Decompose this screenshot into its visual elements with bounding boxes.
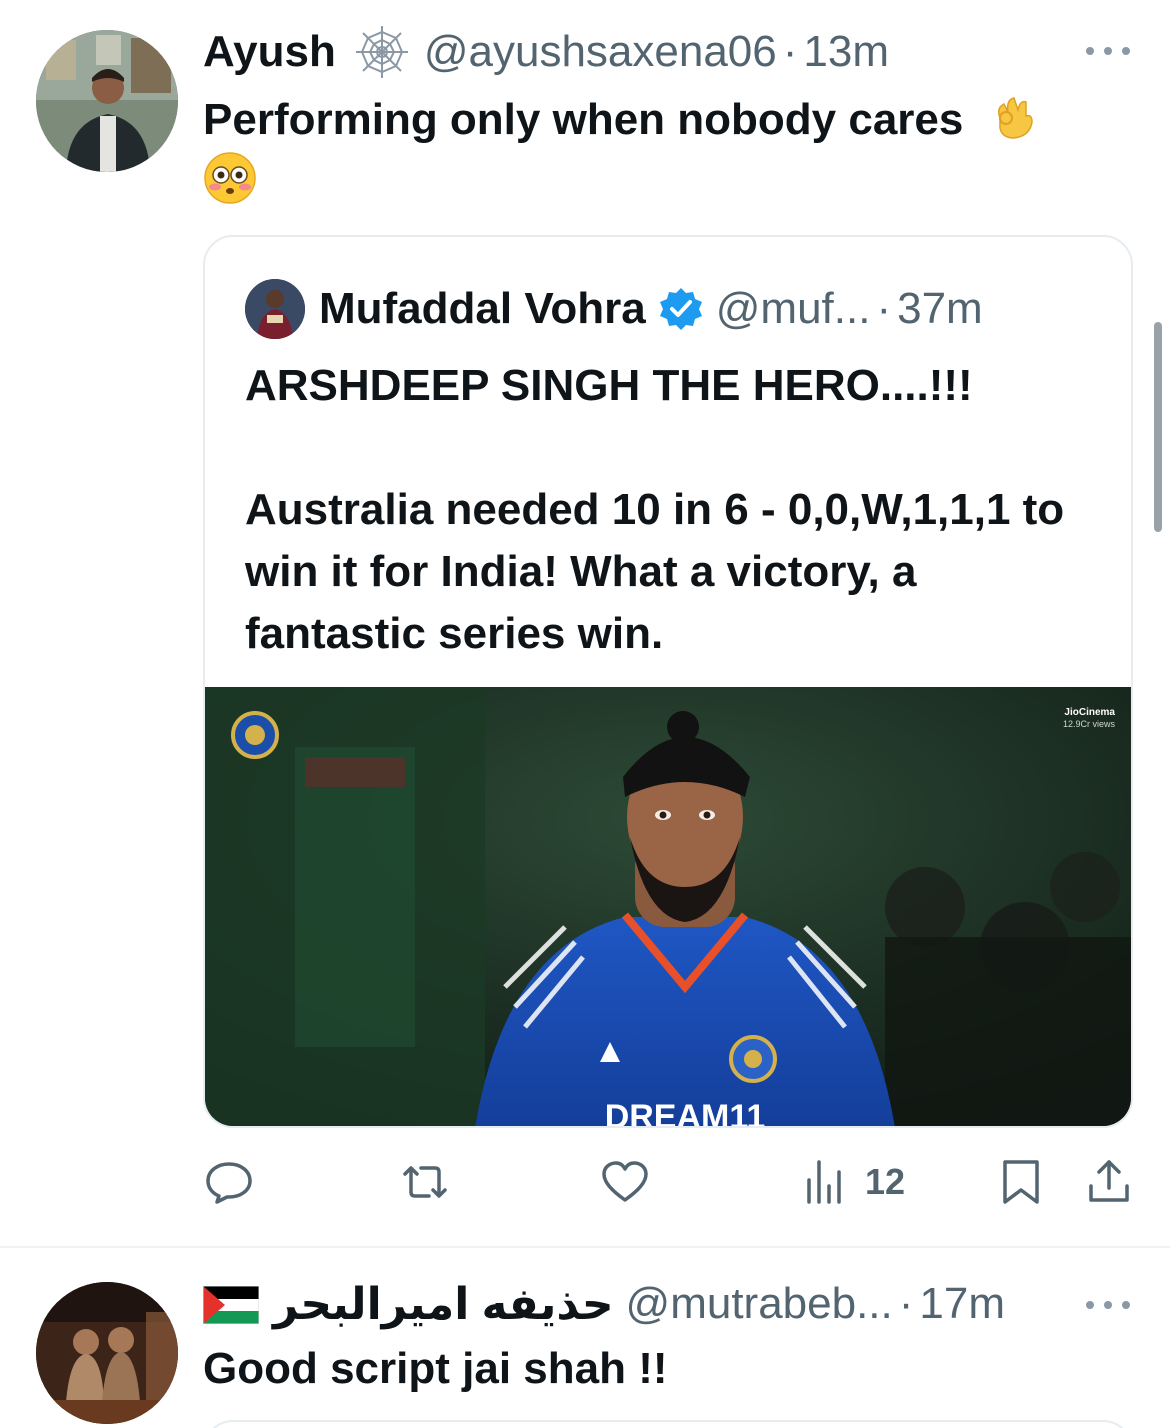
scrollbar[interactable]: [1154, 322, 1162, 532]
media-watermark-views: 12.9Cr views: [1063, 719, 1116, 729]
separator-dot: ·: [898, 1279, 914, 1328]
views-button[interactable]: 12: [799, 1156, 905, 1208]
quoted-tweet-card[interactable]: Mufaddal Vohra @muf... · 37m ARSHDEEP SI…: [203, 235, 1133, 1128]
avatar[interactable]: [36, 30, 178, 172]
separator-dot: ·: [876, 284, 892, 333]
like-icon[interactable]: [599, 1156, 651, 1208]
author-name[interactable]: Ayush: [203, 27, 336, 77]
reply-icon[interactable]: [203, 1156, 255, 1208]
flushed-face-emoji: [203, 151, 257, 205]
quoted-body: Australia needed 10 in 6 - 0,0,W,1,1,1 t…: [245, 485, 1065, 658]
share-icon[interactable]: [1083, 1156, 1135, 1208]
author-name[interactable]: حذيفه اميرالبحر: [273, 1279, 614, 1330]
retweet-icon[interactable]: [399, 1156, 451, 1208]
quoted-tweet-text: ARSHDEEP SINGH THE HERO....!!! Australia…: [245, 355, 1105, 665]
views-chart-icon: [807, 1160, 841, 1204]
tweet-action-bar: 12: [203, 1150, 1138, 1220]
tweet-header: Ayush @ayushsaxena06 · 13m: [203, 22, 889, 82]
separator-dot: ·: [782, 27, 798, 76]
quoted-media-image[interactable]: JioCinema 12.9Cr views DREAM11: [205, 687, 1131, 1128]
more-options-icon[interactable]: [1086, 36, 1130, 66]
quoted-author-name[interactable]: Mufaddal Vohra: [319, 284, 646, 334]
views-count: 12: [865, 1161, 906, 1202]
ok-hand-emoji: [986, 88, 1040, 142]
verified-badge-icon: [658, 286, 704, 332]
more-options-icon[interactable]: [1086, 1290, 1130, 1320]
tweet-text: Good script jai shah !!: [203, 1344, 668, 1393]
jersey-sponsor-text: DREAM11: [605, 1098, 766, 1128]
tweet-text: Performing only when nobody cares: [203, 88, 1123, 214]
tweet-body: Performing only when nobody cares: [203, 95, 964, 144]
quoted-avatar[interactable]: [245, 279, 305, 339]
timestamp[interactable]: 13m: [803, 27, 889, 77]
quoted-headline: ARSHDEEP SINGH THE HERO....!!!: [245, 361, 973, 410]
tweet[interactable]: Ayush @ayushsaxena06 · 13m Performing on…: [0, 0, 1170, 1246]
next-card-edge: [203, 1420, 1133, 1428]
quoted-timestamp[interactable]: 37m: [897, 284, 983, 334]
avatar[interactable]: [36, 1282, 178, 1424]
tweet-divider: [0, 1246, 1170, 1248]
author-handle[interactable]: @ayushsaxena06: [424, 27, 777, 77]
author-handle[interactable]: @mutrabeb...: [626, 1279, 893, 1329]
timeline-feed: Ayush @ayushsaxena06 · 13m Performing on…: [0, 0, 1170, 1428]
spider-web-icon: [352, 22, 412, 82]
bookmark-icon[interactable]: [995, 1156, 1047, 1208]
quoted-tweet-header: Mufaddal Vohra @muf... · 37m: [245, 277, 983, 341]
palestine-flag-icon: [202, 1285, 260, 1325]
quoted-author-handle[interactable]: @muf...: [716, 284, 871, 334]
timestamp[interactable]: 17m: [919, 1279, 1005, 1329]
media-watermark-brand: JioCinema: [1064, 707, 1115, 718]
tweet-header: حذيفه اميرالبحر @mutrabeb... · 17m: [202, 1274, 1005, 1334]
